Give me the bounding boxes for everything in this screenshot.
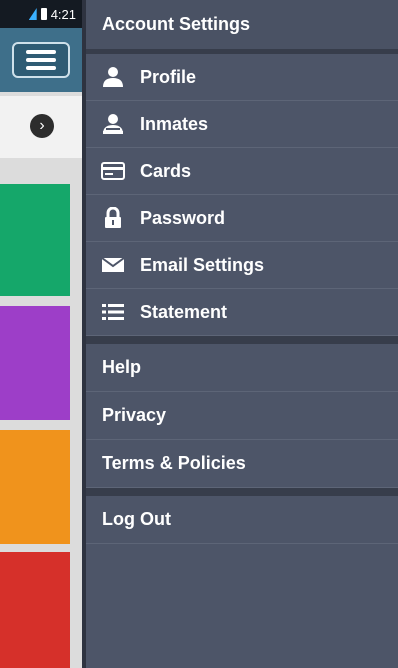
menu-item-label: Privacy [102,405,167,425]
menu-item-inmates[interactable]: Inmates [86,101,398,148]
drawer-header: Account Settings [86,0,398,54]
app-row[interactable]: › [0,96,82,158]
menu-item-cards[interactable]: Cards [86,148,398,195]
hamburger-menu-button[interactable] [12,42,70,78]
tile-purple[interactable] [0,306,70,420]
log-out-label: Log Out [102,509,171,529]
menu-item-profile[interactable]: Profile [86,54,398,101]
section-divider [86,488,398,496]
lock-icon [100,207,126,229]
menu-item-statement[interactable]: Statement [86,289,398,336]
menu-item-label: Inmates [140,113,209,134]
menu-item-label: Profile [140,66,197,87]
status-bar: 4:21 [0,0,82,28]
status-time: 4:21 [50,6,76,22]
signal-icon [28,8,37,20]
tile-red[interactable] [0,552,70,668]
menu-item-label: Terms & Policies [102,453,246,473]
hamburger-line [26,58,56,62]
list-icon [100,301,126,323]
menu-item-label: Statement [140,301,228,322]
envelope-icon [100,254,126,276]
inmate-icon [100,113,126,135]
battery-icon [40,8,47,20]
menu-item-label: Password [140,207,226,228]
menu-item-label: Cards [140,160,192,181]
menu-item-label: Email Settings [140,254,265,275]
app-header [0,28,82,92]
section-divider [86,336,398,344]
tile-green[interactable] [0,184,70,296]
menu-item-terms-policies[interactable]: Terms & Policies [86,440,398,488]
hamburger-line [26,50,56,54]
menu-item-privacy[interactable]: Privacy [86,392,398,440]
log-out-button[interactable]: Log Out [86,496,398,544]
hamburger-line [26,66,56,70]
menu-item-email-settings[interactable]: Email Settings [86,242,398,289]
card-icon [100,160,126,182]
navigation-drawer: Account Settings Profile Inmates Cards P… [82,0,398,668]
background-app: 4:21 › [0,0,82,668]
menu-item-help[interactable]: Help [86,344,398,392]
chevron-right-icon[interactable]: › [30,114,54,138]
menu-item-label: Help [102,357,142,377]
user-icon [100,66,126,88]
tile-orange[interactable] [0,430,70,544]
menu-item-password[interactable]: Password [86,195,398,242]
